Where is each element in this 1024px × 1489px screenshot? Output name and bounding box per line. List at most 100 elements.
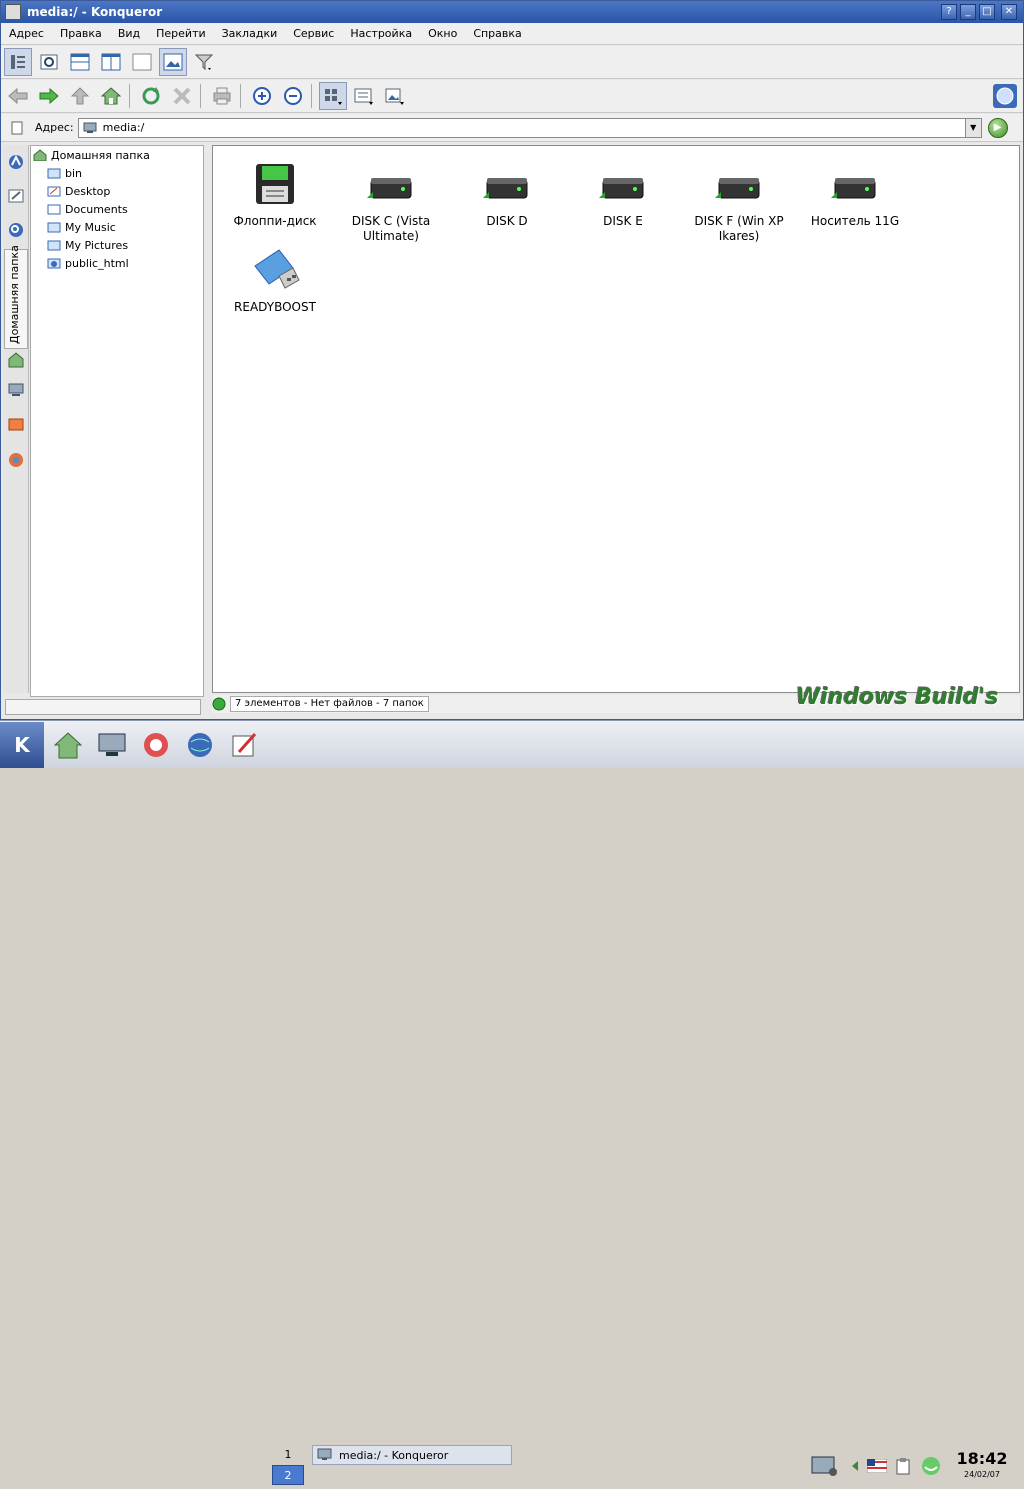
folder-icon [47, 240, 61, 251]
tree-root[interactable]: Домашняя папка [31, 146, 203, 164]
desktop-1[interactable]: 1 [272, 1445, 304, 1465]
tree-item-label: public_html [65, 256, 129, 270]
help-button[interactable]: ? [941, 4, 957, 20]
home-tab-icon[interactable] [4, 345, 28, 375]
device-label: DISK D [486, 214, 528, 228]
folder-icon [47, 204, 61, 215]
menu-view[interactable]: Вид [110, 27, 148, 40]
status-text: 7 элементов - Нет файлов - 7 папок [230, 696, 429, 712]
tree-item-desktop[interactable]: Desktop [31, 182, 203, 200]
maximize-button[interactable]: □ [979, 4, 995, 20]
computer-launcher-icon[interactable] [92, 725, 132, 765]
k-menu-icon[interactable]: K [0, 721, 44, 768]
app-icon[interactable] [5, 4, 21, 20]
web-folder-icon [47, 258, 61, 269]
device-item[interactable]: READYBOOST [217, 242, 333, 315]
bookmark-icon[interactable] [7, 118, 27, 138]
up-icon[interactable] [66, 82, 94, 110]
toolbar-separator [129, 84, 130, 108]
device-label: DISK C (Vista Ultimate) [351, 214, 431, 243]
office-launcher-icon[interactable] [224, 725, 264, 765]
tab-home-folder-label: Домашняя папка [8, 245, 21, 344]
tree-item-my-music[interactable]: My Music [31, 218, 203, 236]
menu-settings[interactable]: Настройка [342, 27, 420, 40]
back-icon[interactable] [4, 82, 32, 110]
print-icon[interactable] [208, 82, 236, 110]
device-item[interactable]: DISK D [449, 156, 565, 229]
go-icon[interactable]: ▶ [987, 117, 1008, 138]
zoom-in-icon[interactable] [248, 82, 276, 110]
close-button[interactable]: ✕ [1001, 4, 1017, 20]
title-bar[interactable]: media:/ - Konqueror ? _ □ ✕ [1, 1, 1023, 23]
home-launcher-icon[interactable] [48, 725, 88, 765]
media-tab-icon[interactable] [4, 445, 28, 475]
preview-icon[interactable] [35, 48, 63, 76]
clock-date: 24/02/07 [964, 1470, 1000, 1479]
device-label: Носитель 11G [810, 214, 900, 228]
network-tab-icon[interactable] [4, 375, 28, 405]
file-view: Флоппи-диск DISK C (Vista Ultimate) DISK… [212, 145, 1020, 693]
chevron-down-icon[interactable]: ▼ [964, 118, 981, 137]
device-item[interactable]: DISK E [565, 156, 681, 229]
update-tray-icon[interactable] [918, 1446, 944, 1486]
image-preview-icon[interactable] [381, 82, 409, 110]
panel-splitter[interactable] [204, 145, 212, 715]
menu-tools[interactable]: Сервис [285, 27, 342, 40]
address-input[interactable]: media:/ ▼ [77, 117, 982, 138]
blank-window-icon[interactable] [128, 48, 156, 76]
menu-edit[interactable]: Правка [52, 27, 110, 40]
menu-bookmarks[interactable]: Закладки [214, 27, 286, 40]
clock[interactable]: 18:42 24/02/07 [952, 1443, 1012, 1489]
hdd-icon [825, 156, 885, 212]
browser-launcher-icon[interactable] [180, 725, 220, 765]
folder-tree: Домашняя папка bin Desktop Documents My … [30, 145, 204, 697]
icon-view-icon[interactable] [319, 82, 347, 110]
forward-icon[interactable] [35, 82, 63, 110]
konqueror-globe-icon[interactable] [991, 82, 1019, 110]
home-icon[interactable] [97, 82, 125, 110]
help-launcher-icon[interactable] [136, 725, 176, 765]
device-item[interactable]: DISK F (Win XP Ikares) [681, 156, 797, 244]
tree-item-documents[interactable]: Documents [31, 200, 203, 218]
history-tab-icon[interactable] [4, 181, 28, 211]
clipboard-icon[interactable] [892, 1446, 914, 1486]
device-item[interactable]: Флоппи-диск [217, 156, 333, 229]
split-vertical-icon[interactable] [97, 48, 125, 76]
address-bar: Адрес: media:/ ▼ ▶ [1, 114, 1023, 142]
detail-view-icon[interactable] [350, 82, 378, 110]
task-konqueror[interactable]: media:/ - Konqueror [312, 1445, 512, 1465]
keyboard-layout-icon[interactable] [866, 1446, 888, 1486]
stop-icon[interactable] [168, 82, 196, 110]
clock-time: 18:42 [956, 1449, 1008, 1468]
hdd-icon [477, 156, 537, 212]
device-item[interactable]: Носитель 11G [797, 156, 913, 229]
chevron-left-icon[interactable] [848, 1446, 862, 1486]
zoom-out-icon[interactable] [279, 82, 307, 110]
window-title: media:/ - Konqueror [27, 5, 163, 19]
menu-go[interactable]: Перейти [148, 27, 214, 40]
device-item[interactable]: DISK C (Vista Ultimate) [333, 156, 449, 244]
menu-address[interactable]: Адрес [1, 27, 52, 40]
bookmarks-tab-icon[interactable] [4, 147, 28, 177]
menu-window[interactable]: Окно [420, 27, 465, 40]
device-label: READYBOOST [234, 300, 316, 314]
image-view-icon[interactable] [159, 48, 187, 76]
root-folder-tab-icon[interactable] [4, 409, 28, 439]
folder-icon [47, 222, 61, 233]
tab-home-folder[interactable]: Домашняя папка [4, 245, 28, 349]
tree-item-label: My Music [65, 220, 116, 234]
search-icon[interactable] [4, 215, 28, 245]
desktop-2[interactable]: 2 [272, 1465, 304, 1485]
tree-item-bin[interactable]: bin [31, 164, 203, 182]
minimize-button[interactable]: _ [960, 4, 976, 20]
tree-item-my-pictures[interactable]: My Pictures [31, 236, 203, 254]
filter-icon[interactable] [190, 48, 218, 76]
network-tray-icon[interactable] [804, 1446, 844, 1486]
menu-help[interactable]: Справка [465, 27, 529, 40]
split-horizontal-icon[interactable] [66, 48, 94, 76]
tree-item-public-html[interactable]: public_html [31, 254, 203, 272]
reload-icon[interactable] [137, 82, 165, 110]
desktop-icon [47, 186, 61, 197]
folder-icon [47, 168, 61, 179]
tree-view-icon[interactable] [4, 48, 32, 76]
